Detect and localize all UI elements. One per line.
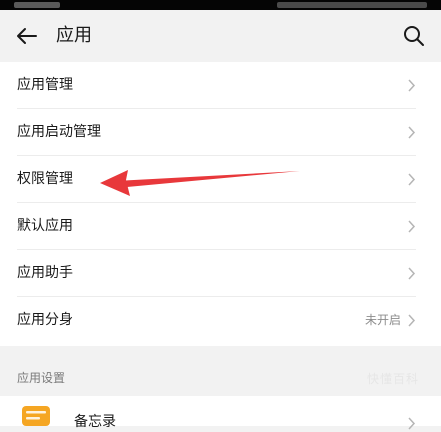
- section-header-app-settings: 应用设置: [17, 371, 66, 385]
- status-bar: [0, 0, 441, 10]
- chevron-right-icon: [408, 126, 416, 139]
- search-icon[interactable]: [401, 23, 427, 49]
- chevron-right-icon: [408, 173, 416, 186]
- status-icons-left: [14, 2, 60, 8]
- app-header: 应用: [0, 10, 441, 62]
- menu-item-app-management[interactable]: 应用管理: [0, 62, 441, 109]
- menu-item-label: 默认应用: [17, 218, 73, 234]
- watermark: 快懂百科: [366, 372, 419, 386]
- menu-item-app-twin[interactable]: 应用分身 未开启: [0, 297, 441, 344]
- memo-app-icon: [22, 406, 50, 426]
- menu-item-app-startup-management[interactable]: 应用启动管理: [0, 109, 441, 156]
- menu-item-label: 应用助手: [17, 265, 73, 281]
- chevron-right-icon: [408, 314, 416, 327]
- app-twin-status: 未开启: [364, 313, 401, 327]
- chevron-right-icon: [408, 79, 416, 92]
- menu-item-label: 应用管理: [17, 77, 73, 93]
- menu-item-label: 权限管理: [17, 171, 73, 187]
- menu-item-permission-management[interactable]: 权限管理: [0, 156, 441, 203]
- menu-item-label: 应用分身: [17, 312, 73, 328]
- settings-card: 应用管理 应用启动管理 权限管理 默认应用 应用助手 应用分身 未开启: [0, 62, 441, 346]
- chevron-right-icon: [408, 417, 416, 430]
- list-item-memo[interactable]: 备忘录: [0, 396, 441, 430]
- menu-item-default-apps[interactable]: 默认应用: [0, 203, 441, 250]
- menu-item-label: 应用启动管理: [17, 124, 101, 140]
- menu-item-app-assistant[interactable]: 应用助手: [0, 250, 441, 297]
- chevron-right-icon: [408, 267, 416, 280]
- list-item-label: 备忘录: [74, 414, 116, 430]
- chevron-right-icon: [408, 220, 416, 233]
- page-title: 应用: [56, 25, 92, 46]
- status-icons-right: [277, 2, 427, 8]
- back-arrow-icon[interactable]: [14, 23, 40, 49]
